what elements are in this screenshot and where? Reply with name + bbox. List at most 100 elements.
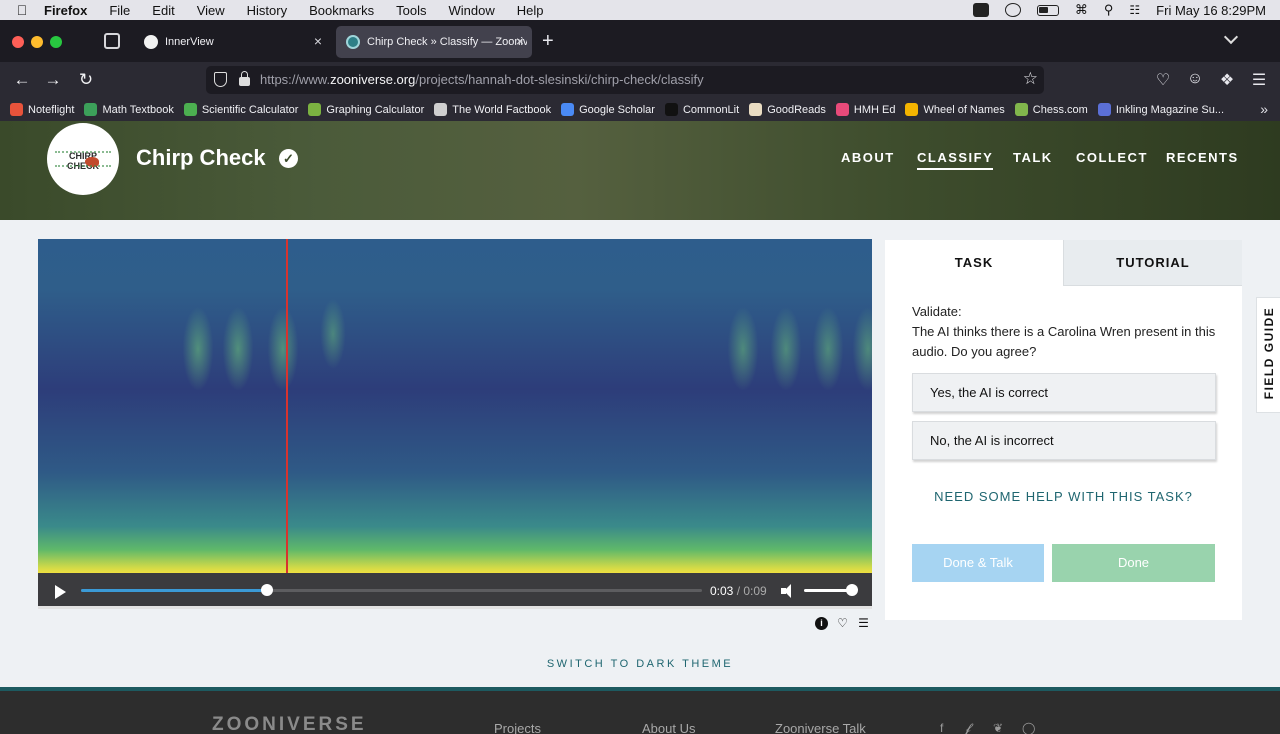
menu-tools[interactable]: Tools [396, 3, 426, 18]
done-button[interactable]: Done [1052, 544, 1215, 582]
control-center-icon[interactable]: ☷ [1129, 3, 1140, 17]
bookmark-star-icon[interactable]: ☆ [1023, 69, 1038, 89]
battery-icon[interactable] [1036, 4, 1059, 16]
tab-chirp-check[interactable]: Chirp Check » Classify — Zooniv × [336, 26, 532, 58]
new-tab-icon[interactable]: + [542, 30, 554, 53]
window-zoom-button[interactable] [50, 36, 62, 48]
lock-icon[interactable] [239, 71, 250, 86]
wifi-icon[interactable]: ⌘ [1075, 2, 1088, 18]
menu-file[interactable]: File [109, 3, 130, 18]
extensions-icon[interactable]: ❖ [1217, 70, 1237, 90]
address-bar[interactable]: https://www.zooniverse.org/projects/hann… [206, 66, 1044, 94]
menu-help[interactable]: Help [517, 3, 544, 18]
macos-menubar:  Firefox File Edit View History Bookmar… [0, 0, 1280, 20]
nav-talk[interactable]: TALK [1013, 150, 1053, 165]
bookmark-item[interactable]: HMH Ed [835, 103, 895, 116]
nav-recents[interactable]: RECENTS [1166, 150, 1239, 165]
bookmarks-overflow-chevron-icon[interactable]: » [1260, 101, 1268, 117]
bookmark-item[interactable]: Inkling Magazine Su... [1097, 103, 1224, 116]
apple-icon[interactable]:  [0, 2, 44, 18]
need-help-link[interactable]: NEED SOME HELP WITH THIS TASK? [885, 489, 1242, 504]
done-and-talk-button[interactable]: Done & Talk [912, 544, 1044, 582]
play-status-icon[interactable] [1004, 3, 1021, 17]
tab-overview-icon[interactable] [104, 33, 120, 49]
forward-arrow-icon[interactable]: → [43, 70, 63, 90]
drive-icon[interactable] [972, 3, 989, 17]
reload-icon[interactable]: ↻ [76, 70, 96, 90]
bookmark-item[interactable]: Chess.com [1014, 103, 1088, 116]
bookmark-favicon-icon [84, 103, 98, 116]
nav-collect[interactable]: COLLECT [1076, 150, 1148, 165]
bookmark-item[interactable]: Noteflight [10, 103, 74, 116]
tracking-shield-icon[interactable] [214, 72, 227, 87]
play-icon[interactable] [55, 585, 66, 599]
answer-yes-button[interactable]: Yes, the AI is correct [912, 373, 1216, 412]
url-text[interactable]: https://www.zooniverse.org/projects/hann… [260, 72, 704, 87]
pocket-icon[interactable]: ♡ [1153, 70, 1173, 90]
tab-task[interactable]: TASK [885, 240, 1063, 286]
zooniverse-logo[interactable]: ZOONIVERSE [212, 714, 367, 734]
info-icon[interactable]: i [815, 617, 828, 630]
menu-bookmarks[interactable]: Bookmarks [309, 3, 374, 18]
bookmark-label: The World Factbook [452, 103, 552, 116]
bluesky-icon[interactable]: ❦ [993, 721, 1003, 734]
classify-main: 0:03 / 0:09 i ♡ ☰ TASK TUTORIAL Validate… [0, 220, 1280, 687]
footer-link-projects[interactable]: Projects [494, 721, 541, 734]
bookmark-item[interactable]: CommonLit [664, 103, 739, 116]
menu-history[interactable]: History [247, 3, 287, 18]
tab-list-chevron-icon[interactable] [1223, 29, 1239, 45]
browser-tab-strip: InnerView × Chirp Check » Classify — Zoo… [0, 20, 1280, 62]
nav-classify[interactable]: CLASSIFY [917, 150, 994, 170]
seek-progress-fill [81, 589, 268, 592]
bookmark-favicon-icon [835, 103, 849, 116]
bookmark-item[interactable]: Math Textbook [84, 103, 174, 116]
tab-innerview[interactable]: InnerView × [134, 26, 330, 58]
tab-tutorial[interactable]: TUTORIAL [1063, 240, 1242, 286]
account-icon[interactable]: ☺ [1185, 70, 1205, 88]
chirp-check-logo[interactable]: CHIRP CHECK [47, 123, 119, 195]
bookmark-favicon-icon [749, 103, 763, 116]
zooniverse-favicon-icon [346, 35, 360, 49]
menu-edit[interactable]: Edit [152, 3, 174, 18]
back-arrow-icon[interactable]: ← [12, 70, 32, 90]
field-guide-label: FIELD GUIDE [1262, 306, 1276, 400]
bookmark-item[interactable]: The World Factbook [434, 103, 551, 116]
twitter-icon[interactable]: 𝓯 [965, 721, 971, 734]
project-header: CHIRP CHECK Chirp Check ✓ ABOUT CLASSIFY… [0, 121, 1280, 220]
bookmark-label: Math Textbook [102, 103, 174, 116]
facebook-icon[interactable]: f [940, 721, 943, 734]
volume-handle[interactable] [846, 584, 858, 596]
bookmark-item[interactable]: GoodReads [749, 103, 826, 116]
menu-window[interactable]: Window [449, 3, 495, 18]
answer-no-button[interactable]: No, the AI is incorrect [912, 421, 1216, 460]
close-tab-icon[interactable]: × [516, 33, 524, 49]
hamburger-menu-icon[interactable]: ☰ [1249, 70, 1269, 90]
verified-check-icon: ✓ [279, 149, 298, 168]
collections-list-icon[interactable]: ☰ [857, 617, 870, 630]
bookmark-label: Wheel of Names [923, 103, 1005, 116]
menubar-clock[interactable]: Fri May 16 8:29PM [1156, 3, 1266, 18]
spectrogram-image[interactable] [38, 239, 872, 573]
switch-dark-theme-button[interactable]: SWITCH TO DARK THEME [0, 658, 1280, 670]
close-tab-icon[interactable]: × [314, 33, 322, 49]
favorite-heart-icon[interactable]: ♡ [836, 617, 849, 630]
instagram-icon[interactable]: ◯ [1022, 721, 1035, 734]
footer-link-talk[interactable]: Zooniverse Talk [775, 721, 866, 734]
volume-slider[interactable] [804, 584, 858, 596]
window-close-button[interactable] [12, 36, 24, 48]
volume-speaker-icon[interactable] [781, 584, 795, 598]
window-minimize-button[interactable] [31, 36, 43, 48]
spotlight-search-icon[interactable]: ⚲ [1104, 2, 1114, 18]
menu-view[interactable]: View [197, 3, 225, 18]
project-title[interactable]: Chirp Check [136, 145, 266, 171]
bookmark-item[interactable]: Google Scholar [561, 103, 655, 116]
menu-app-name[interactable]: Firefox [44, 3, 87, 18]
nav-about[interactable]: ABOUT [841, 150, 895, 165]
bookmark-item[interactable]: Scientific Calculator [183, 103, 298, 116]
field-guide-tab[interactable]: FIELD GUIDE [1256, 297, 1280, 413]
seek-handle[interactable] [261, 584, 274, 596]
bookmark-item[interactable]: Wheel of Names [905, 103, 1005, 116]
footer-link-about-us[interactable]: About Us [642, 721, 695, 734]
bookmark-item[interactable]: Graphing Calculator [308, 103, 424, 116]
seek-slider[interactable] [81, 584, 702, 596]
